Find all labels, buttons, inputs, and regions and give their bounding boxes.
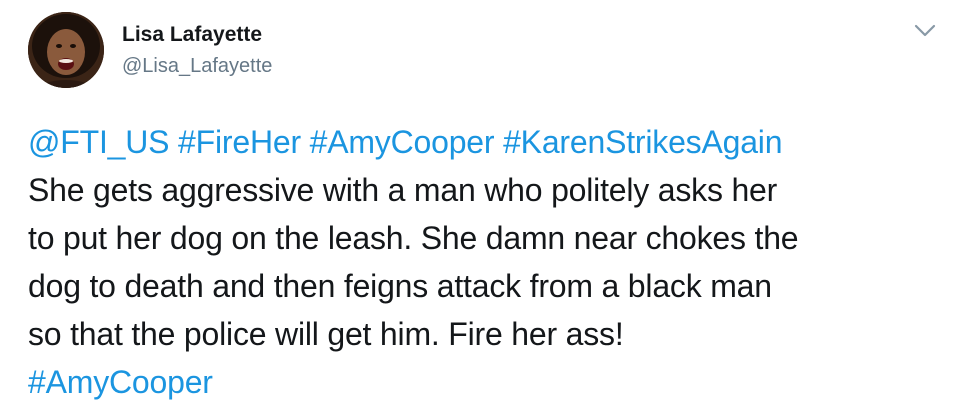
profile-photo-icon [28, 12, 104, 88]
tweet-line: so that the police will get him. Fire he… [28, 316, 624, 352]
hashtag-link[interactable]: #FireHer [178, 124, 301, 160]
hashtag-link[interactable]: #AmyCooper [310, 124, 495, 160]
tweet-card: Lisa Lafayette @Lisa_Lafayette @FTI_US #… [0, 0, 962, 416]
tags-line: @FTI_US #FireHer #AmyCooper #KarenStrike… [28, 118, 948, 166]
avatar[interactable] [28, 12, 104, 88]
author-handle[interactable]: @Lisa_Lafayette [122, 53, 272, 79]
hashtag-link[interactable]: #AmyCooper [28, 364, 213, 400]
hashtag-link[interactable]: #KarenStrikesAgain [503, 124, 782, 160]
mention-link[interactable]: @FTI_US [28, 124, 170, 160]
tweet-line: dog to death and then feigns attack from… [28, 268, 772, 304]
closing-line: #AmyCooper [28, 358, 948, 406]
tweet-text: @FTI_US #FireHer #AmyCooper #KarenStrike… [28, 118, 948, 406]
tweet-line: to put her dog on the leash. She damn ne… [28, 220, 799, 256]
chevron-down-icon[interactable] [914, 24, 936, 38]
tweet-line: She gets aggressive with a man who polit… [28, 172, 778, 208]
author-name[interactable]: Lisa Lafayette [122, 22, 262, 48]
